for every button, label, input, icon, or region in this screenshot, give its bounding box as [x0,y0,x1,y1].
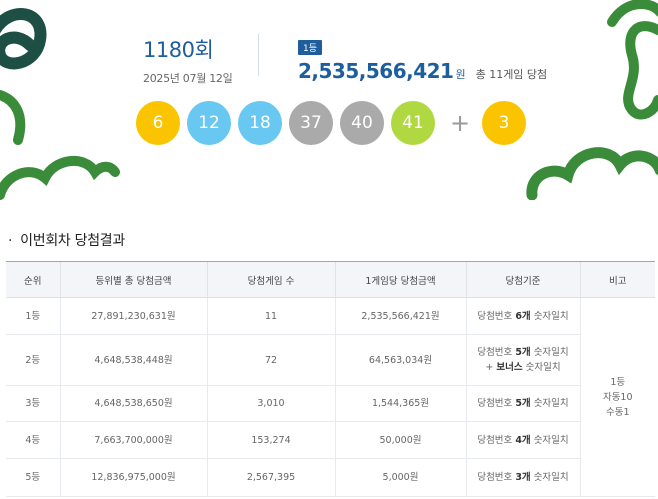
cell-games: 72 [206,334,335,386]
cell-games: 11 [206,297,335,335]
round-number: 1180회 [143,38,214,62]
left-green-cloud [0,155,120,200]
cell-per-game: 2,535,566,421원 [334,297,466,335]
cell-rank: 1등 [6,297,60,335]
cell-criteria: 당첨번호 3개 숫자일치 [465,458,580,497]
cell-total: 7,663,700,000원 [59,421,207,459]
first-prize-winners: 총 11게임 당첨 [475,68,548,81]
bonus-ball: 3 [482,101,526,145]
cell-games: 2,567,395 [206,458,335,497]
cell-games: 3,010 [206,385,335,422]
cell-games: 153,274 [206,421,335,459]
round-info: 1180회 2025년 07월 12일 [143,34,233,86]
cell-criteria: 당첨번호 4개 숫자일치 [465,421,580,459]
cell-per-game: 1,544,365원 [334,385,466,422]
cell-total: 27,891,230,631원 [59,297,207,335]
header-total: 등위별 총 당첨금액 [59,261,207,298]
cell-total: 4,648,538,448원 [59,334,207,386]
table-header-row: 순위 등위별 총 당첨금액 당첨게임 수 1게임당 당첨금액 당첨기준 비고 [6,261,655,298]
winning-ball: 12 [187,101,231,145]
cell-per-game: 5,000원 [334,458,466,497]
right-green-swirl [623,21,658,120]
plus-icon: + [449,109,471,137]
first-prize-badge: 1등 [298,40,323,55]
cell-criteria: 당첨번호 6개 숫자일치 [465,297,580,335]
cell-per-game: 50,000원 [334,421,466,459]
bullet-icon: · [8,233,13,249]
cell-total: 12,836,975,000원 [59,458,207,497]
winning-ball: 18 [238,101,282,145]
first-prize-amount: 2,535,566,421 [298,59,454,83]
cell-per-game: 64,563,034원 [334,334,466,386]
right-green-cloud [526,147,658,200]
left-green-swirl [0,90,26,145]
winning-ball: 41 [391,101,435,145]
cell-total: 4,648,538,650원 [59,385,207,422]
results-table: 순위 등위별 총 당첨금액 당첨게임 수 1게임당 당첨금액 당첨기준 비고 1… [6,261,655,497]
right-green-arc [607,0,658,27]
cell-rank: 4등 [6,421,60,459]
winning-ball: 40 [340,101,384,145]
header-criteria: 당첨기준 [465,261,580,298]
cell-rank: 5등 [6,458,60,497]
table-row: 2등 4,648,538,448원 72 64,563,034원 당첨번호 5개… [6,334,655,386]
winning-ball: 6 [136,101,180,145]
first-prize-info: 1등 2,535,566,421 원 총 11게임 당첨 [298,36,547,83]
table-row: 4등 7,663,700,000원 153,274 50,000원 당첨번호 4… [6,421,655,459]
cell-rank: 3등 [6,385,60,422]
dark-loop-decoration [0,8,47,70]
header-divider [258,34,259,76]
header-note: 비고 [579,261,655,298]
cell-note: 1등 자동10 수동1 [579,297,655,497]
round-date: 2025년 07월 12일 [143,72,233,85]
winning-numbers: 6 12 18 37 40 41 + 3 [136,101,533,145]
first-prize-unit: 원 [455,68,466,81]
banner-decoration [0,0,658,200]
table-row: 3등 4,648,538,650원 3,010 1,544,365원 당첨번호 … [6,385,655,422]
section-title: · 이번회차 당첨결과 [8,233,125,249]
table-row: 5등 12,836,975,000원 2,567,395 5,000원 당첨번호… [6,458,655,497]
winning-ball: 37 [289,101,333,145]
cell-criteria: 당첨번호 5개 숫자일치 [465,385,580,422]
table-row: 1등 27,891,230,631원 11 2,535,566,421원 당첨번… [6,297,655,497]
cell-rank: 2등 [6,334,60,386]
cell-criteria: 당첨번호 5개 숫자일치 + 보너스 숫자일치 [465,334,580,386]
header-per-game: 1게임당 당첨금액 [334,261,466,298]
header-rank: 순위 [6,261,60,298]
header-games: 당첨게임 수 [206,261,335,298]
